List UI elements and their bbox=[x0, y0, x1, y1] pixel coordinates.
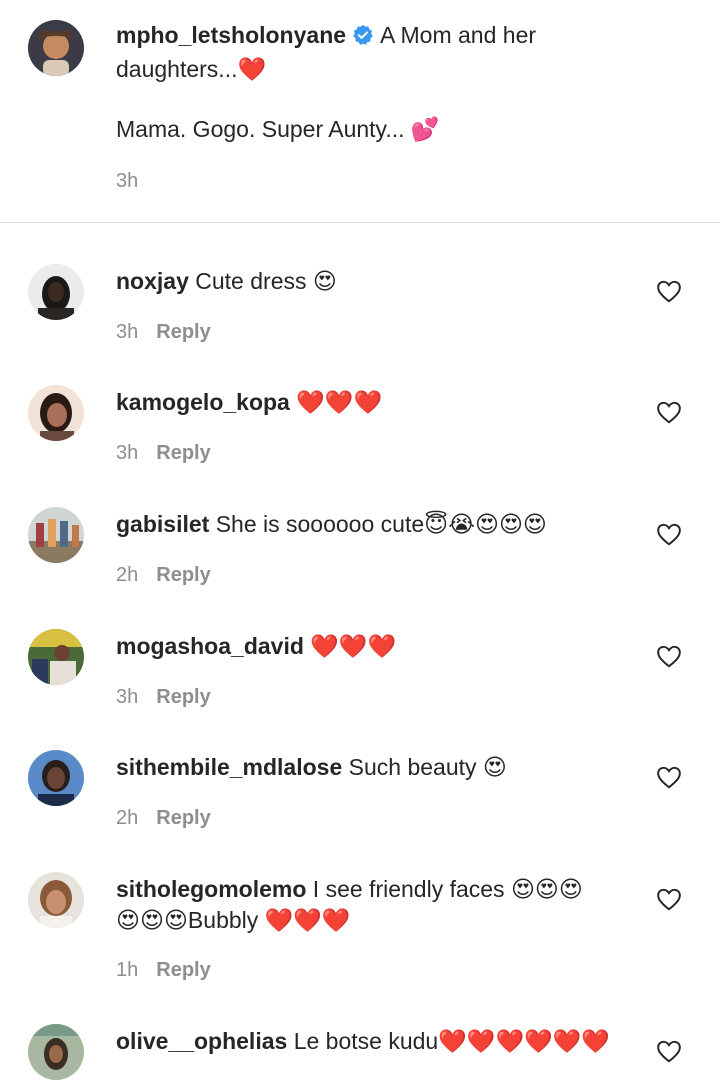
comment-meta: 2h Reply bbox=[116, 564, 211, 587]
commenter-avatar[interactable] bbox=[28, 872, 84, 928]
comment-username[interactable]: olive__ophelias bbox=[116, 1028, 287, 1054]
comment-text: gabisilet She is soooooo cute😇😭😍😍😍 bbox=[116, 509, 636, 540]
commenter-avatar[interactable] bbox=[28, 629, 84, 685]
comment-text: olive__ophelias Le botse kudu❤️❤️❤️❤️❤️❤… bbox=[116, 1026, 636, 1057]
comment-body: Cute dress 😍 bbox=[195, 268, 337, 294]
reply-button[interactable]: Reply bbox=[156, 959, 210, 981]
reply-button[interactable]: Reply bbox=[156, 321, 210, 343]
comment-timestamp: 3h bbox=[116, 442, 139, 464]
commenter-avatar[interactable] bbox=[28, 1024, 84, 1080]
caption-text: mpho_letsholonyane A Mom and her daughter… bbox=[116, 20, 636, 85]
comment-timestamp: 2h bbox=[116, 807, 139, 829]
reply-button[interactable]: Reply bbox=[156, 564, 210, 586]
caption-timestamp: 3h bbox=[116, 170, 139, 192]
comment-body-line-2: 😍😍😍Bubbly ❤️❤️❤️ bbox=[116, 907, 351, 933]
comment-body: ❤️❤️❤️ bbox=[310, 633, 397, 659]
comment-text: kamogelo_kopa ❤️❤️❤️ bbox=[116, 387, 636, 418]
caption-line-2: daughters...❤️ bbox=[116, 56, 267, 82]
caption-author-avatar[interactable] bbox=[28, 20, 84, 76]
comment-meta: 3h Reply bbox=[116, 442, 211, 465]
like-heart-icon[interactable] bbox=[656, 400, 682, 424]
comment-body: Le botse kudu❤️❤️❤️❤️❤️❤️ bbox=[293, 1028, 611, 1054]
caption-line-3: Mama. Gogo. Super Aunty... 💕 bbox=[116, 116, 440, 142]
comment-meta: 3h Reply bbox=[116, 321, 211, 344]
comment-timestamp: 3h bbox=[116, 321, 139, 343]
comment-body: She is soooooo cute😇😭😍😍😍 bbox=[215, 511, 547, 537]
commenter-avatar[interactable] bbox=[28, 264, 84, 320]
comment-username[interactable]: mogashoa_david bbox=[116, 633, 304, 659]
verified-badge-icon bbox=[352, 23, 374, 54]
caption-username[interactable]: mpho_letsholonyane bbox=[116, 22, 346, 48]
like-heart-icon[interactable] bbox=[656, 644, 682, 668]
comment-body: ❤️❤️❤️ bbox=[296, 389, 383, 415]
comment-text: sithembile_mdlalose Such beauty 😍 bbox=[116, 752, 636, 783]
commenter-avatar[interactable] bbox=[28, 507, 84, 563]
commenter-avatar[interactable] bbox=[28, 750, 84, 806]
like-heart-icon[interactable] bbox=[656, 279, 682, 303]
comment-timestamp: 2h bbox=[116, 564, 139, 586]
caption-line-1: A Mom and her bbox=[380, 22, 537, 48]
comment-meta: 2h Reply bbox=[116, 807, 211, 830]
comment-body: I see friendly faces 😍😍😍 bbox=[312, 876, 583, 902]
comment-meta: 3h Reply bbox=[116, 686, 211, 709]
comment-username[interactable]: sithembile_mdlalose bbox=[116, 754, 342, 780]
comment-meta: 1h Reply bbox=[116, 959, 211, 982]
caption-divider bbox=[0, 222, 720, 223]
reply-button[interactable]: Reply bbox=[156, 807, 210, 829]
comment-text: noxjay Cute dress 😍 bbox=[116, 266, 636, 297]
reply-button[interactable]: Reply bbox=[156, 442, 210, 464]
comment-username[interactable]: kamogelo_kopa bbox=[116, 389, 290, 415]
commenter-avatar[interactable] bbox=[28, 385, 84, 441]
like-heart-icon[interactable] bbox=[656, 522, 682, 546]
post-caption: mpho_letsholonyane A Mom and her daughter… bbox=[0, 0, 720, 222]
like-heart-icon[interactable] bbox=[656, 887, 682, 911]
like-heart-icon[interactable] bbox=[656, 765, 682, 789]
like-heart-icon[interactable] bbox=[656, 1039, 682, 1063]
comment-username[interactable]: sitholegomolemo bbox=[116, 876, 306, 902]
comment-username[interactable]: noxjay bbox=[116, 268, 189, 294]
comment-text: sitholegomolemo I see friendly faces 😍😍😍… bbox=[116, 874, 636, 936]
reply-button[interactable]: Reply bbox=[156, 686, 210, 708]
comment-body: Such beauty 😍 bbox=[348, 754, 507, 780]
comment-text: mogashoa_david ❤️❤️❤️ bbox=[116, 631, 636, 662]
comment-timestamp: 1h bbox=[116, 959, 139, 981]
comment-timestamp: 3h bbox=[116, 686, 139, 708]
comment-username[interactable]: gabisilet bbox=[116, 511, 209, 537]
